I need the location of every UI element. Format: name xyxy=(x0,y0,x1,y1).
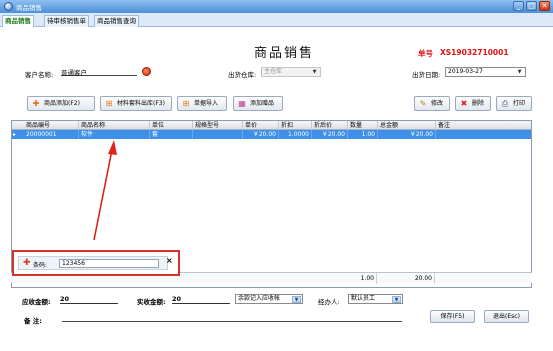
handler-value: 默认员工 xyxy=(351,295,376,302)
barcode-close-icon[interactable]: × xyxy=(166,257,173,265)
handler-label: 经办人: xyxy=(318,298,340,306)
account-option-select[interactable]: 余款记入应收帐 ▼ xyxy=(235,294,303,304)
received-amount-input[interactable]: 20 xyxy=(172,295,230,304)
received-label: 实收金额: xyxy=(137,298,166,306)
receivable-amount: 20 xyxy=(60,295,118,304)
note-label: 备 注: xyxy=(24,317,42,325)
exit-button[interactable]: 退出(Esc) xyxy=(484,310,529,323)
receivable-label: 应收金额: xyxy=(22,298,51,306)
chevron-down-icon: ▼ xyxy=(292,296,301,303)
barcode-label: 条码: xyxy=(33,262,48,269)
barcode-plus-icon: ✚ xyxy=(23,258,31,268)
note-input[interactable] xyxy=(62,313,402,322)
handler-select[interactable]: 默认员工 ▼ xyxy=(348,294,403,304)
barcode-panel: ✚ 条码: 123456 × xyxy=(12,250,180,276)
account-option-value: 余款记入应收帐 xyxy=(238,295,281,302)
save-button[interactable]: 保存(F5) xyxy=(430,310,475,323)
barcode-bar: ✚ 条码: 123456 xyxy=(18,256,168,270)
chevron-down-icon: ▼ xyxy=(392,296,401,303)
barcode-input[interactable]: 123456 xyxy=(59,259,159,268)
